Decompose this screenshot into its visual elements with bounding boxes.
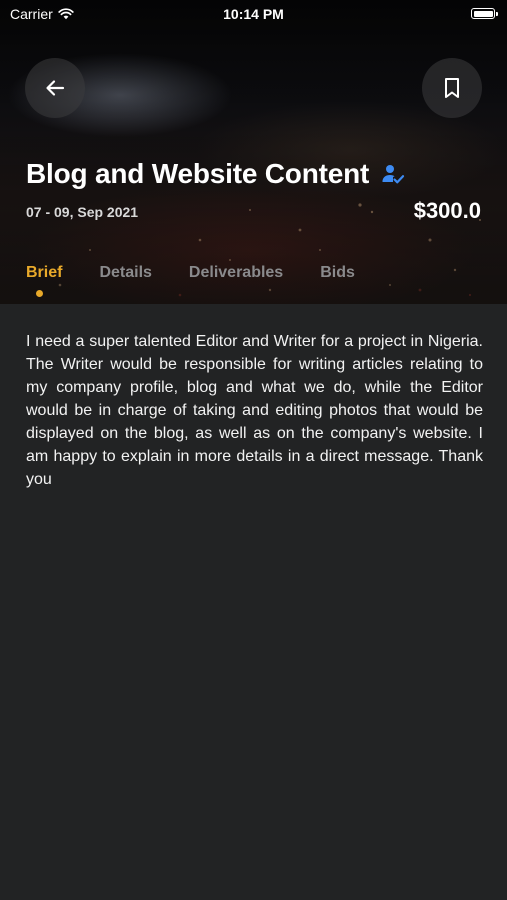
bookmark-button[interactable] (422, 58, 482, 118)
back-button[interactable] (25, 58, 85, 118)
job-date-range: 07 - 09, Sep 2021 (26, 204, 139, 220)
tab-label: Deliverables (188, 264, 284, 281)
bookmark-icon (445, 78, 459, 98)
arrow-left-icon (46, 80, 65, 96)
brief-description: I need a super talented Editor and Write… (26, 333, 483, 488)
tab-brief[interactable]: Brief (26, 264, 63, 297)
tab-label: Brief (26, 264, 63, 281)
tab-label: Details (99, 264, 152, 281)
job-title-row: Blog and Website Content (26, 158, 405, 190)
battery-icon (471, 8, 498, 19)
user-check-icon (382, 165, 405, 184)
job-price: $300.0 (413, 198, 481, 223)
tab-bar: Brief Details Deliverables Bids (26, 264, 392, 297)
tab-bids[interactable]: Bids (320, 264, 355, 282)
job-title: Blog and Website Content (26, 158, 370, 189)
tab-details[interactable]: Details (99, 264, 151, 282)
hero-header (0, 0, 507, 304)
tab-label: Bids (320, 264, 355, 281)
status-bar: Carrier 10:14 PM (0, 0, 507, 28)
status-time: 10:14 PM (223, 6, 284, 22)
tab-deliverables[interactable]: Deliverables (189, 264, 283, 282)
